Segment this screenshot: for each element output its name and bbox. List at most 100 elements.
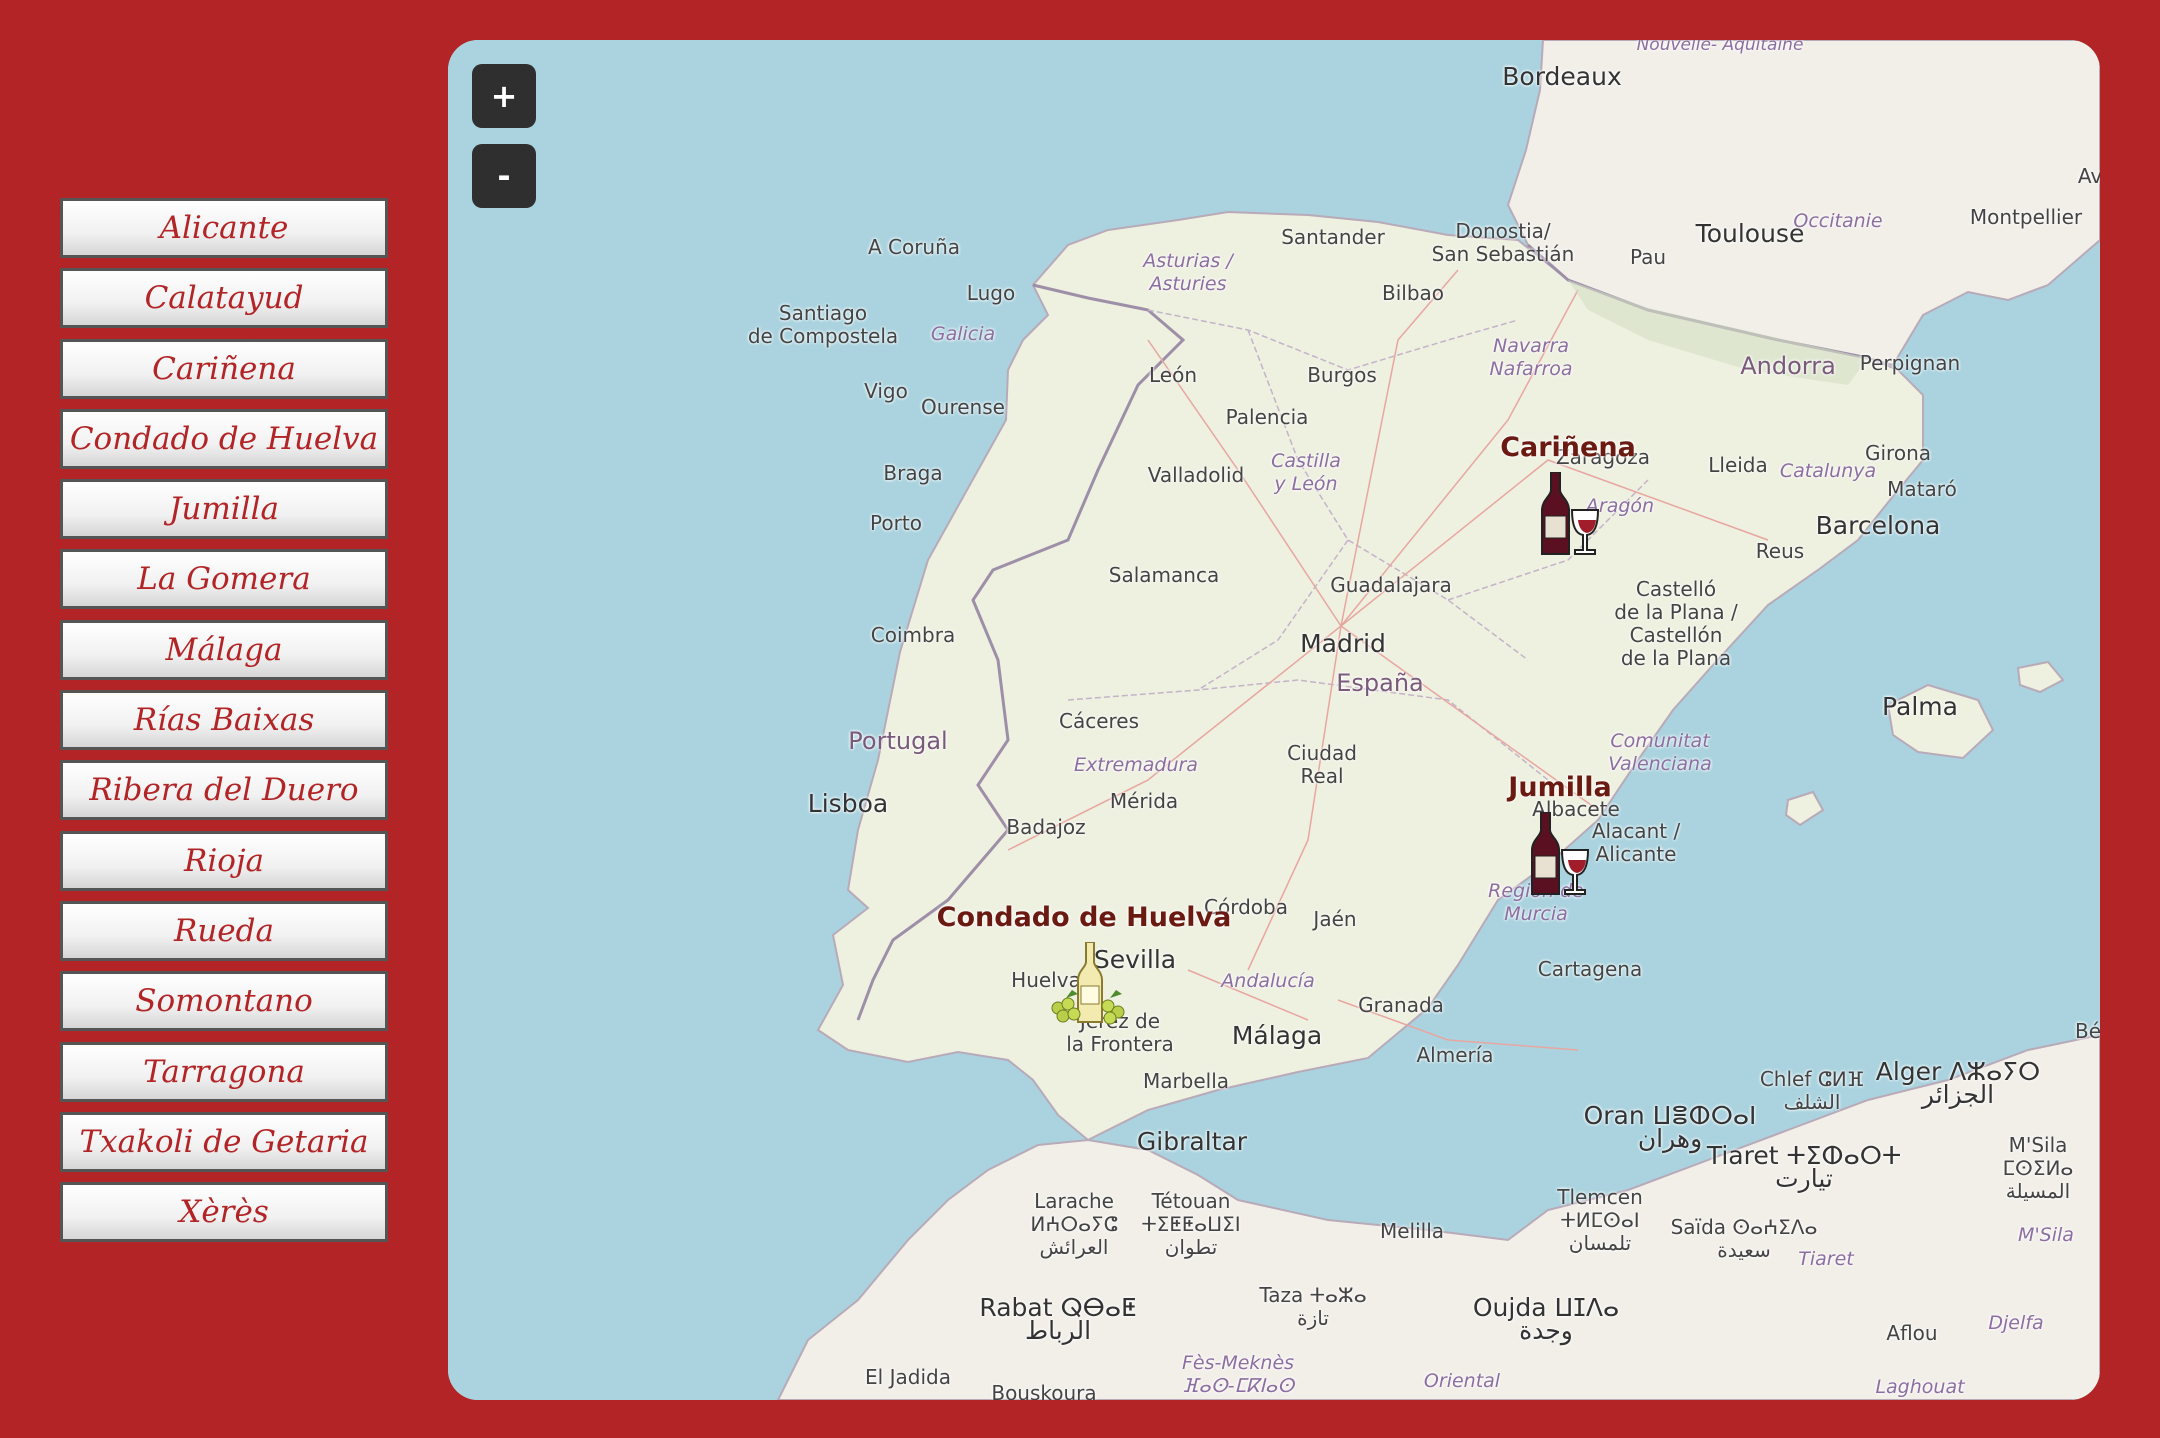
place-label-msila: M'Sila ⵎⵙⵉⵍⴰ المسيلة: [2002, 1133, 2074, 1203]
wine-marker-label-carinena: Cariñena: [1500, 432, 1636, 463]
place-label-tetouan: Tétouan ⵜⵉⵟⵟⴰⵡⵉⵏ تطوان: [1141, 1189, 1241, 1259]
place-label-perpignan: Perpignan: [1859, 351, 1961, 375]
place-label-valladolid: Valladolid: [1147, 463, 1245, 487]
place-label-melilla: Melilla: [1379, 1219, 1445, 1243]
place-label-madrid: Madrid: [1300, 629, 1386, 658]
country-label-andorra: Andorra: [1740, 352, 1836, 380]
wine-marker-label-jumilla: Jumilla: [1508, 772, 1612, 803]
region-button-calatayud[interactable]: Calatayud: [60, 268, 388, 329]
place-label-alger: Alger ⴷⵣⴰⵢⵔ الجزائر: [1875, 1057, 2041, 1109]
wine-marker-label-condado-de-huelva: Condado de Huelva: [936, 902, 1232, 933]
place-label-porto: Porto: [870, 511, 922, 535]
region-label-djelfa: Djelfa: [1988, 1312, 2044, 1334]
place-label-pau: Pau: [1629, 245, 1667, 269]
place-label-braga: Braga: [883, 461, 943, 485]
place-label-burgos: Burgos: [1307, 363, 1377, 387]
region-button-rias-baixas[interactable]: Rías Baixas: [60, 690, 388, 751]
place-label-palma: Palma: [1882, 692, 1958, 721]
place-label-ciudad-real: Ciudad Real: [1287, 741, 1357, 788]
place-label-santiago: Santiago de Compostela: [747, 301, 899, 348]
region-label-galicia: Galicia: [930, 323, 996, 345]
place-label-aflou: Aflou: [1886, 1321, 1938, 1345]
region-button-alicante[interactable]: Alicante: [60, 198, 388, 258]
place-label-av: Av: [2077, 164, 2100, 188]
place-label-lleida: Lleida: [1708, 453, 1768, 477]
place-label-ourense: Ourense: [921, 395, 1005, 419]
region-button-txakoli-de-getaria[interactable]: Txakoli de Getaria: [60, 1111, 388, 1172]
region-label-extremadura: Extremadura: [1074, 754, 1198, 776]
region-label-msila: M'Sila: [2018, 1224, 2074, 1246]
place-label-granada: Granada: [1358, 993, 1444, 1017]
place-label-be: Bé: [2074, 1019, 2100, 1043]
region-label-navarra: Navarra Nafarroa: [1489, 335, 1573, 380]
place-label-saida: Saïda ⵙⴰⵄⵉⴷⴰ سعيدة: [1670, 1215, 1818, 1262]
place-label-jaen: Jaén: [1313, 907, 1357, 931]
region-button-malaga[interactable]: Málaga: [60, 619, 388, 680]
place-label-donostia: Donostia/ San Sebastián: [1431, 219, 1575, 266]
region-button-carinena[interactable]: Cariñena: [60, 338, 388, 399]
place-label-tiaret: Tiaret ⵜⵉⵀⴰⵔⵜ تيارت: [1706, 1141, 1902, 1193]
place-label-bordeaux: Bordeaux: [1502, 62, 1622, 91]
place-label-coimbra: Coimbra: [870, 623, 956, 647]
place-label-cartagena: Cartagena: [1537, 957, 1643, 981]
place-label-badajoz: Badajoz: [1006, 815, 1086, 839]
place-label-bouskoura: Bouskoura: [991, 1381, 1097, 1401]
region-button-rueda[interactable]: Rueda: [60, 900, 388, 961]
country-label-espana: España: [1336, 669, 1424, 697]
place-label-montpellier: Montpellier: [1969, 205, 2083, 229]
place-label-bilbao: Bilbao: [1381, 281, 1445, 305]
place-label-a-coruna: A Coruña: [867, 235, 961, 259]
place-label-mataro: Mataró: [1887, 477, 1957, 501]
region-button-la-gomera[interactable]: La Gomera: [60, 549, 388, 610]
region-label-nouvelle-aquitaine: Nouvelle- Aquitaine: [1636, 40, 1804, 55]
region-label-catalunya: Catalunya: [1779, 460, 1877, 482]
region-label-castilla-y-leon: Castilla y León: [1271, 450, 1341, 495]
zoom-out-button[interactable]: -: [472, 144, 536, 208]
region-button-xeres[interactable]: Xèrès: [60, 1182, 388, 1243]
region-button-rioja[interactable]: Rioja: [60, 830, 388, 891]
place-label-castello: Castelló de la Plana / Castellón de la P…: [1614, 577, 1738, 670]
region-label-comunitat-valenciana: Comunitat Valenciana: [1608, 730, 1712, 775]
place-label-gibraltar: Gibraltar: [1136, 1127, 1248, 1156]
place-label-leon: León: [1148, 363, 1198, 387]
place-label-tlemcen: Tlemcen ⵜⵍⵎⵙⴰⵏ تلمسان: [1557, 1185, 1643, 1255]
region-label-laghouat: Laghouat: [1875, 1376, 1965, 1398]
place-label-merida: Mérida: [1109, 789, 1179, 813]
place-label-reus: Reus: [1755, 539, 1805, 563]
place-label-chlef: Chlef ⵛⵍⴼ الشلف: [1759, 1067, 1865, 1114]
place-label-santander: Santander: [1281, 225, 1385, 249]
region-label-fes-meknes: Fès-Meknès ⴼⴰⵙ-ⵎⴽⵏⴰⵙ: [1181, 1352, 1295, 1397]
place-label-barcelona: Barcelona: [1815, 511, 1941, 540]
place-label-larache: Larache ⵍⵄⵔⴰⵢⵛ العرائش: [1030, 1189, 1118, 1259]
place-label-almeria: Almería: [1416, 1043, 1494, 1067]
place-label-salamanca: Salamanca: [1108, 563, 1220, 587]
place-label-lisboa: Lisboa: [807, 789, 889, 818]
place-label-lugo: Lugo: [966, 281, 1016, 305]
map-base: [448, 40, 2100, 1400]
place-label-palencia: Palencia: [1225, 405, 1309, 429]
place-label-marbella: Marbella: [1142, 1069, 1230, 1093]
region-button-somontano[interactable]: Somontano: [60, 971, 388, 1032]
place-label-oujda: Oujda ⵡⵊⴷⴰ وجدة: [1472, 1293, 1620, 1345]
region-label-occitanie: Occitanie: [1793, 210, 1883, 232]
place-label-alacant: Alacant / Alicante: [1591, 819, 1681, 866]
place-label-el-jadida: El Jadida: [865, 1365, 951, 1389]
region-list: Alicante Calatayud Cariñena Condado de H…: [60, 198, 388, 1252]
zoom-in-button[interactable]: +: [472, 64, 536, 128]
region-label-andalucia: Andalucía: [1221, 970, 1315, 992]
region-button-tarragona[interactable]: Tarragona: [60, 1041, 388, 1102]
place-label-caceres: Cáceres: [1058, 709, 1140, 733]
region-label-tiaret: Tiaret: [1798, 1248, 1854, 1270]
region-button-jumilla[interactable]: Jumilla: [60, 479, 388, 540]
place-label-toulouse: Toulouse: [1695, 219, 1805, 248]
place-label-vigo: Vigo: [864, 379, 908, 403]
place-label-rabat: Rabat ⵕⴱⴰⵟ الرباط: [979, 1293, 1137, 1345]
place-label-malaga: Málaga: [1231, 1021, 1323, 1050]
region-button-condado-de-huelva[interactable]: Condado de Huelva: [60, 408, 388, 469]
country-label-portugal: Portugal: [848, 727, 948, 755]
place-label-taza: Taza ⵜⴰⵣⴰ تازة: [1259, 1283, 1367, 1330]
map-view[interactable]: + - Bordeaux Nouvelle- Aquitaine Toulous…: [448, 40, 2100, 1400]
region-label-asturias: Asturias / Asturies: [1143, 250, 1233, 295]
region-button-ribera-del-duero[interactable]: Ribera del Duero: [60, 760, 388, 821]
place-label-guadalajara: Guadalajara: [1330, 573, 1452, 597]
